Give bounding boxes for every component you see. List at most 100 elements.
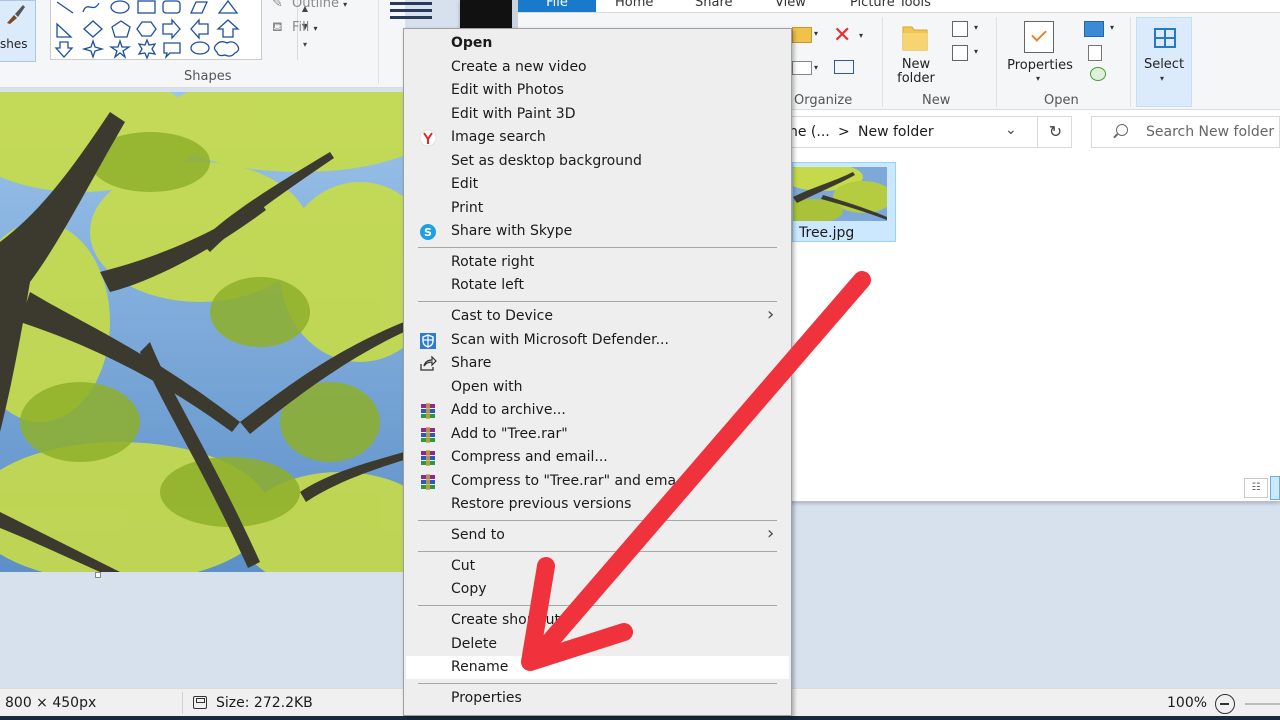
delete-icon[interactable]: ✕ bbox=[833, 25, 851, 47]
open-icon[interactable] bbox=[1084, 21, 1104, 37]
menu-item-label: Compress to "Tree.rar" and ema bbox=[451, 473, 677, 489]
menu-separator bbox=[418, 551, 777, 552]
breadcrumb-separator: > bbox=[838, 124, 850, 140]
menu-item-properties[interactable]: Properties bbox=[406, 687, 789, 710]
winrar-icon bbox=[421, 450, 435, 466]
menu-item-cast-device[interactable]: Cast to Device › bbox=[406, 304, 789, 328]
details-view-icon[interactable]: ☷ bbox=[1244, 478, 1268, 498]
edit-icon[interactable] bbox=[1088, 45, 1102, 61]
chevron-down-icon: ▾ bbox=[343, 0, 348, 9]
winrar-icon bbox=[421, 474, 435, 490]
menu-item-label: Image search bbox=[451, 129, 546, 145]
menu-separator bbox=[418, 301, 777, 302]
menu-item-label: Edit with Paint 3D bbox=[451, 106, 576, 122]
history-icon[interactable] bbox=[1090, 67, 1106, 81]
properties-button-label[interactable]: Properties bbox=[1004, 59, 1076, 73]
gallery-more-icon[interactable]: ▾ bbox=[298, 36, 312, 54]
menu-item-delete[interactable]: Delete bbox=[406, 633, 789, 656]
easy-access-icon[interactable] bbox=[952, 45, 968, 61]
ribbon-divider bbox=[996, 17, 997, 107]
tab-file[interactable]: File bbox=[518, 0, 596, 12]
brushes-button[interactable]: shes bbox=[0, 0, 36, 62]
zoom-out-button[interactable] bbox=[1215, 694, 1235, 714]
menu-item-rotate-left[interactable]: Rotate left bbox=[406, 274, 789, 297]
menu-item-print[interactable]: Print bbox=[406, 197, 789, 220]
menu-item-copy[interactable]: Copy bbox=[406, 578, 789, 601]
file-name: Tree.jpg bbox=[799, 225, 855, 241]
taskbar bbox=[0, 716, 1280, 720]
organize-group-label: Organize bbox=[794, 93, 853, 108]
fill-button[interactable]: ⛾ Fill ▾ bbox=[272, 20, 318, 37]
paint-ribbon: shes ▲ ▼ ▾ ✎ Outline ▾ ⛾ Fill ▾ Shapes bbox=[0, 0, 432, 88]
chevron-down-icon: ▾ bbox=[974, 23, 979, 32]
menu-item-label: Add to "Tree.rar" bbox=[451, 426, 568, 442]
menu-item-edit-paint3d[interactable]: Edit with Paint 3D bbox=[406, 103, 789, 126]
copy-to-icon[interactable] bbox=[792, 61, 812, 75]
menu-item-add-archive[interactable]: Add to archive... bbox=[406, 399, 789, 422]
menu-item-rotate-right[interactable]: Rotate right bbox=[406, 251, 789, 274]
share-icon bbox=[420, 355, 437, 371]
menu-separator bbox=[418, 247, 777, 248]
menu-item-image-search[interactable]: Image search bbox=[406, 126, 789, 149]
select-label: Select bbox=[1143, 57, 1185, 72]
chevron-down-icon[interactable]: ⌄ bbox=[1005, 122, 1017, 138]
zoom-level: 100% bbox=[1167, 695, 1208, 711]
search-input[interactable]: Search New folder bbox=[1091, 116, 1280, 148]
menu-item-label: Send to bbox=[451, 527, 505, 543]
winrar-icon bbox=[421, 427, 435, 443]
breadcrumb-current[interactable]: New folder bbox=[858, 124, 934, 140]
menu-item-scan-defender[interactable]: Scan with Microsoft Defender... bbox=[406, 329, 789, 352]
select-button[interactable]: Select ▾ bbox=[1136, 17, 1192, 107]
shapes-gallery[interactable]: ▲ ▼ ▾ bbox=[50, 0, 308, 60]
menu-item-open[interactable]: Open bbox=[406, 32, 789, 55]
open-group-label: Open bbox=[1044, 93, 1079, 108]
menu-item-label: Cut bbox=[451, 558, 476, 574]
menu-item-cut[interactable]: Cut bbox=[406, 555, 789, 578]
tree-photo bbox=[0, 92, 404, 572]
fill-label: Fill bbox=[292, 20, 310, 35]
rename-icon[interactable] bbox=[834, 60, 854, 74]
file-size: Size: 272.2KB bbox=[216, 695, 313, 711]
refresh-icon[interactable]: ↻ bbox=[1037, 117, 1073, 147]
zoom-slider[interactable] bbox=[1245, 703, 1280, 705]
chevron-down-icon: ▾ bbox=[1110, 23, 1115, 32]
file-item[interactable]: Tree.jpg bbox=[792, 162, 896, 242]
breadcrumb-parent[interactable]: ne (... bbox=[789, 124, 830, 140]
menu-item-label: Open bbox=[451, 35, 493, 51]
new-group-label: New bbox=[922, 93, 951, 108]
menu-item-send-to[interactable]: Send to › bbox=[406, 523, 789, 547]
large-icons-view-icon[interactable] bbox=[1270, 476, 1280, 500]
menu-item-set-background[interactable]: Set as desktop background bbox=[406, 150, 789, 173]
chevron-down-icon: ▾ bbox=[814, 63, 819, 72]
move-to-icon[interactable] bbox=[792, 27, 812, 43]
menu-item-edit-photos[interactable]: Edit with Photos bbox=[406, 79, 789, 102]
outline-button[interactable]: ✎ Outline ▾ bbox=[272, 0, 347, 11]
menu-item-compress-tree-email[interactable]: Compress to "Tree.rar" and ema bbox=[406, 470, 789, 493]
menu-item-share-skype[interactable]: S Share with Skype bbox=[406, 220, 789, 243]
menu-item-rename[interactable]: Rename bbox=[406, 656, 789, 679]
canvas-image[interactable] bbox=[0, 92, 404, 572]
menu-item-label: Share with Skype bbox=[451, 223, 573, 239]
new-folder-label[interactable]: New folder bbox=[897, 58, 935, 86]
menu-item-open-with[interactable]: Open with bbox=[406, 376, 789, 399]
menu-item-add-tree-rar[interactable]: Add to "Tree.rar" bbox=[406, 423, 789, 446]
menu-item-create-shortcut[interactable]: Create shortcut bbox=[406, 609, 789, 632]
menu-item-edit[interactable]: Edit bbox=[406, 173, 789, 196]
select-all-icon bbox=[1154, 28, 1176, 48]
canvas-resize-handle[interactable] bbox=[95, 572, 101, 578]
menu-item-restore-versions[interactable]: Restore previous versions bbox=[406, 493, 789, 516]
menu-item-label: Rename bbox=[451, 659, 509, 675]
menu-item-compress-email[interactable]: Compress and email... bbox=[406, 446, 789, 469]
menu-item-label: Cast to Device bbox=[451, 308, 553, 324]
menu-item-create-video[interactable]: Create a new video bbox=[406, 56, 789, 79]
ribbon-divider bbox=[1130, 17, 1131, 107]
chevron-down-icon: ▾ bbox=[859, 31, 864, 40]
new-item-icon[interactable] bbox=[952, 21, 968, 37]
ribbon-divider bbox=[378, 0, 379, 84]
menu-item-share[interactable]: Share bbox=[406, 352, 789, 375]
menu-separator bbox=[418, 520, 777, 521]
new-folder-icon[interactable] bbox=[902, 23, 928, 51]
chevron-down-icon: ▾ bbox=[1160, 74, 1165, 83]
chevron-down-icon: ▾ bbox=[974, 47, 979, 56]
properties-icon[interactable] bbox=[1024, 21, 1054, 53]
